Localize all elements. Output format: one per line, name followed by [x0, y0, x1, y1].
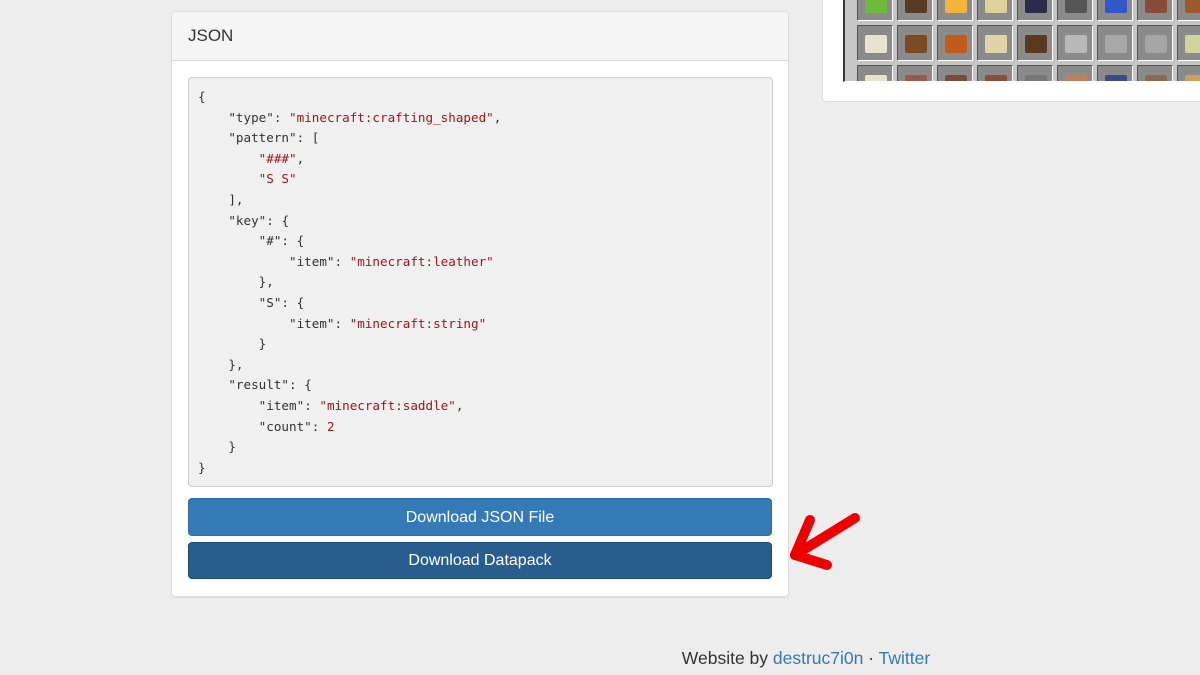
json-key: "#" [258, 233, 282, 249]
download-json-button[interactable]: Download JSON File [188, 498, 772, 536]
json-key: "S" [258, 294, 282, 310]
inventory-item-slot[interactable] [1137, 65, 1173, 81]
inventory-item-slot[interactable] [1057, 0, 1093, 21]
item-icon [945, 0, 967, 13]
item-icon [1145, 75, 1167, 81]
item-icon [945, 35, 967, 53]
json-number: 2 [326, 418, 335, 434]
item-icon [985, 75, 1007, 81]
inventory-item-slot[interactable] [977, 0, 1013, 21]
json-output-panel: JSON { "type": "minecraft:crafting_shape… [171, 11, 789, 597]
item-icon [1025, 35, 1047, 53]
author-link[interactable]: destruc7i0n [773, 648, 863, 668]
item-icon [945, 75, 967, 81]
inventory-item-slot[interactable] [857, 0, 893, 21]
item-icon [1065, 0, 1087, 13]
item-inventory-grid [843, 0, 1200, 82]
item-icon [1105, 0, 1127, 13]
inventory-item-slot[interactable] [937, 25, 973, 61]
inventory-item-slot[interactable] [897, 25, 933, 61]
json-key: "count" [258, 418, 312, 434]
twitter-link[interactable]: Twitter [879, 648, 931, 668]
item-icon [905, 75, 927, 81]
item-icon [1185, 75, 1200, 81]
item-icon [1185, 35, 1200, 53]
inventory-item-slot[interactable] [1137, 0, 1173, 21]
inventory-item-slot[interactable] [1177, 0, 1200, 21]
red-arrow-annotation-icon [790, 513, 860, 570]
item-icon [985, 35, 1007, 53]
item-icon [1185, 0, 1200, 13]
item-icon [1105, 75, 1127, 81]
item-icon [1025, 0, 1047, 13]
json-string: "minecraft:string" [349, 315, 487, 331]
inventory-item-slot[interactable] [977, 65, 1013, 81]
footer: Website by destruc7i0n · Twitter [206, 648, 1200, 669]
inventory-item-slot[interactable] [1057, 25, 1093, 61]
json-key: "item" [289, 315, 335, 331]
json-key: "key" [228, 212, 267, 228]
item-icon [985, 0, 1007, 13]
json-string: "minecraft:saddle" [319, 397, 456, 413]
json-string: "minecraft:leather" [349, 253, 494, 269]
inventory-item-slot[interactable] [1137, 25, 1173, 61]
footer-prefix: Website by [681, 648, 773, 668]
inventory-item-slot[interactable] [1097, 25, 1133, 61]
inventory-item-slot[interactable] [857, 65, 893, 81]
json-code-block: { "type": "minecraft:crafting_shaped", "… [188, 77, 773, 487]
inventory-item-slot[interactable] [1097, 65, 1133, 81]
inventory-item-slot[interactable] [1017, 25, 1053, 61]
inventory-item-slot[interactable] [937, 0, 973, 21]
item-icon [1065, 35, 1087, 53]
inventory-item-slot[interactable] [1177, 25, 1200, 61]
inventory-item-slot[interactable] [1057, 65, 1093, 81]
json-key: "result" [228, 377, 290, 393]
item-icon [1145, 0, 1167, 13]
json-key: "type" [228, 109, 274, 125]
json-string: "S S" [258, 171, 297, 187]
item-icon [1145, 35, 1167, 53]
json-key: "pattern" [228, 130, 297, 146]
panel-title: JSON [172, 12, 788, 61]
inventory-item-slot[interactable] [1097, 0, 1133, 21]
json-string: "minecraft:crafting_shaped" [289, 109, 494, 125]
item-icon [905, 35, 927, 53]
item-icon [905, 0, 927, 13]
json-key: "item" [258, 397, 305, 413]
item-icon [1025, 75, 1047, 81]
download-datapack-button[interactable]: Download Datapack [188, 542, 772, 579]
item-picker-panel [822, 0, 1200, 102]
inventory-item-slot[interactable] [977, 25, 1013, 61]
inventory-item-slot[interactable] [897, 0, 933, 21]
item-icon [865, 35, 887, 53]
inventory-item-slot[interactable] [1017, 0, 1053, 21]
inventory-item-slot[interactable] [1017, 65, 1053, 81]
inventory-item-slot[interactable] [1177, 65, 1200, 81]
json-string: "###" [258, 150, 297, 166]
item-icon [865, 0, 887, 13]
inventory-item-slot[interactable] [937, 65, 973, 81]
json-key: "item" [289, 253, 335, 269]
footer-separator: · [863, 648, 879, 668]
inventory-item-slot[interactable] [857, 25, 893, 61]
item-icon [1065, 75, 1087, 81]
inventory-item-slot[interactable] [897, 65, 933, 81]
item-icon [1105, 35, 1127, 53]
item-icon [865, 75, 887, 81]
